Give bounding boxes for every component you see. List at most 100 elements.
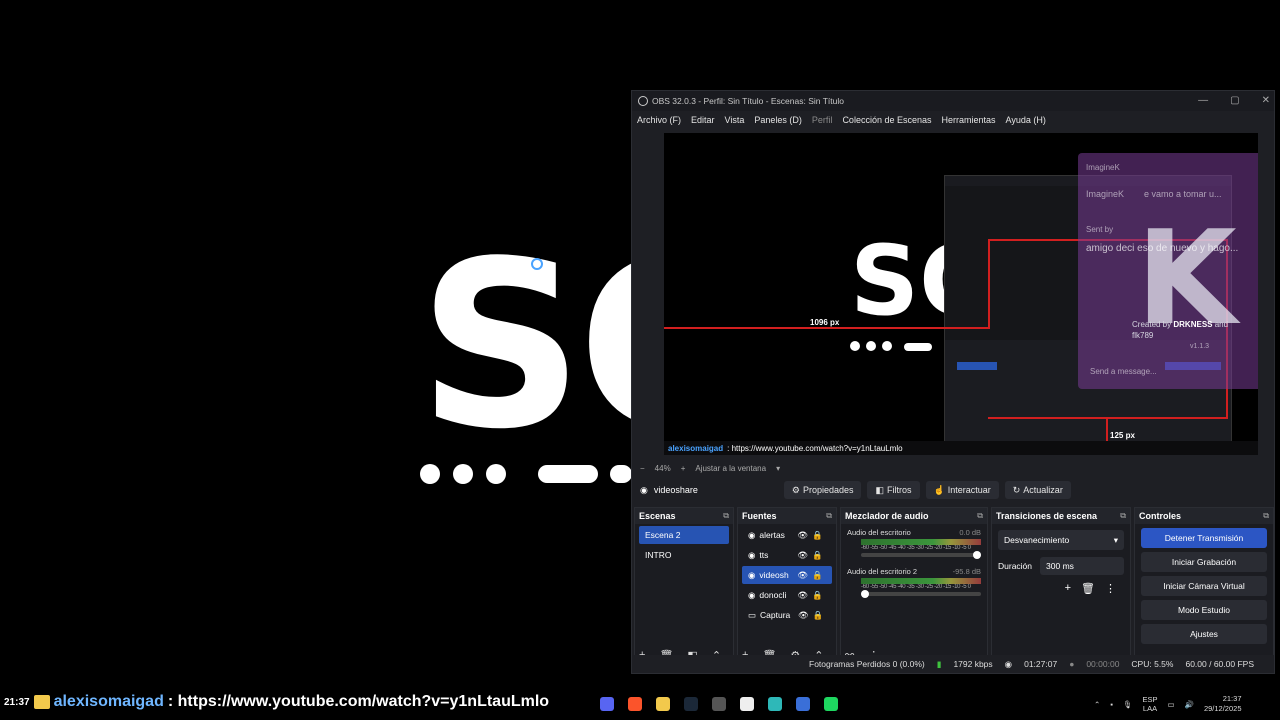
dock-undock-icon[interactable]: ⧉ (1263, 511, 1269, 521)
height-guide-label: 125 px (1110, 431, 1135, 440)
menu-ayuda[interactable]: Ayuda (H) (1006, 115, 1046, 125)
volume-slider[interactable] (861, 551, 981, 559)
edge-icon[interactable] (768, 697, 782, 711)
scene-item-intro[interactable]: INTRO (639, 546, 729, 564)
properties-button[interactable]: ⚙ Propiedades (783, 481, 862, 499)
dock-undock-icon[interactable]: ⧉ (826, 511, 832, 521)
eye-icon[interactable]: 👁 (798, 610, 809, 621)
transition-selected: Desvanecimiento (1004, 535, 1070, 545)
studio-mode-button[interactable]: Modo Estudio (1141, 600, 1267, 620)
clock[interactable]: 21:37 29/12/2025 (1204, 694, 1242, 714)
stop-stream-button[interactable]: Detener Transmisión (1141, 528, 1267, 548)
stream-icon: ◉ (1004, 658, 1013, 669)
lock-icon[interactable]: 🔒 (812, 550, 823, 561)
source-item[interactable]: ▭ Captura 👁 🔒 (742, 606, 832, 624)
overlay-version: v1.1.3 (1190, 343, 1210, 350)
monitor-icon[interactable]: ▭ (1168, 700, 1175, 709)
menu-paneles[interactable]: Paneles (D) (754, 115, 802, 125)
volume-slider[interactable] (861, 590, 981, 598)
source-item[interactable]: ◉ videosh 👁 🔒 (742, 566, 832, 584)
slider-knob[interactable] (861, 590, 869, 598)
preview-logo-dot (850, 341, 860, 351)
steam-icon[interactable] (684, 697, 698, 711)
mixer-title: Mezclador de audio (845, 511, 929, 521)
filter-icon: ◧ (875, 484, 884, 495)
slider-knob[interactable] (973, 551, 981, 559)
preview-chat-line: alexisomaigad : https://www.youtube.com/… (664, 441, 1258, 455)
dock-undock-icon[interactable]: ⧉ (1120, 511, 1126, 521)
duration-input[interactable]: 300 ms (1040, 557, 1124, 575)
chevron-down-icon[interactable]: ▾ (776, 464, 780, 473)
brave-icon[interactable] (628, 697, 642, 711)
transition-menu-button[interactable]: ⋮ (1105, 582, 1116, 595)
add-transition-button[interactable]: + (1065, 582, 1071, 595)
source-toolbar: ◉ videoshare ⚙ Propiedades ◧ Filtros ☝ Inte… (632, 479, 1274, 501)
menu-vista[interactable]: Vista (725, 115, 745, 125)
app-icon[interactable] (740, 697, 754, 711)
duration-row: Duración 300 ms (998, 556, 1124, 576)
lock-icon[interactable]: 🔒 (813, 610, 824, 621)
chevron-up-icon[interactable]: ⌃ (1094, 700, 1100, 709)
lock-icon[interactable]: 🔒 (812, 570, 823, 581)
preview-canvas[interactable]: SO 1096 px 125 px K ImagineK ImagineK e … (664, 133, 1258, 455)
zoom-percent: 44% (654, 463, 671, 473)
discord-icon[interactable] (600, 697, 614, 711)
maximize-button[interactable]: ▢ (1230, 95, 1239, 106)
author1: DRKNESS (1173, 320, 1213, 329)
zoom-in-button[interactable]: + (681, 464, 686, 473)
browser-source-icon: ◉ (748, 529, 756, 540)
overlay-line2: e vamo a tomar u... (1144, 189, 1222, 199)
start-recording-button[interactable]: Iniciar Grabación (1141, 552, 1267, 572)
speaker-icon[interactable]: 🔊 (1185, 700, 1194, 709)
stream-chat-line: 21:37 alexisomaigad : https://www.youtub… (4, 690, 549, 714)
filters-button[interactable]: ◧ Filtros (867, 481, 920, 499)
refresh-button[interactable]: ↻ Actualizar (1004, 481, 1071, 499)
remove-transition-button[interactable]: 🗑 (1081, 582, 1095, 595)
logo-dot (453, 464, 473, 484)
source-item[interactable]: ◉ donocli 👁 🔒 (742, 586, 832, 604)
track-db: -95.8 dB (952, 567, 981, 576)
record-time: 00:00:00 (1086, 659, 1120, 669)
kick-icon[interactable] (824, 697, 838, 711)
source-item[interactable]: ◉ alertas 👁 🔒 (742, 526, 832, 544)
dock-undock-icon[interactable]: ⧉ (977, 511, 983, 521)
eye-icon[interactable]: 👁 (797, 570, 808, 581)
logo-dash (610, 465, 632, 483)
lock-icon[interactable]: 🔒 (812, 590, 823, 601)
close-button[interactable]: ✕ (1262, 95, 1270, 106)
eye-icon[interactable]: 👁 (797, 550, 808, 561)
minimize-button[interactable]: — (1198, 95, 1208, 106)
language-indicator[interactable]: ESP LAA (1143, 695, 1158, 713)
zoom-out-button[interactable]: − (640, 464, 645, 473)
source-label: tts (759, 550, 769, 560)
eye-icon[interactable]: 👁 (797, 590, 808, 601)
start-virtual-camera-button[interactable]: Iniciar Cámara Virtual (1141, 576, 1267, 596)
folder-icon[interactable] (656, 697, 670, 711)
status-bar: Fotogramas Perdidos 0 (0.0%) ▮ 1792 kbps… (632, 655, 1274, 673)
created-by-label: Created by (1132, 320, 1172, 329)
source-item[interactable]: ◉ tts 👁 🔒 (742, 546, 832, 564)
interact-label: Interactuar (947, 485, 991, 495)
lang-bottom: LAA (1142, 704, 1158, 713)
controls-title: Controles (1139, 511, 1182, 521)
settings-button[interactable]: Ajustes (1141, 624, 1267, 644)
tray-app-icon[interactable]: ▪ (1110, 700, 1113, 709)
lock-icon[interactable]: 🔒 (812, 530, 823, 541)
menu-perfil[interactable]: Perfil (812, 115, 833, 125)
scene-item-escena-2[interactable]: Escena 2 (639, 526, 729, 544)
eye-icon[interactable]: 👁 (797, 530, 808, 541)
scenes-dock: Escenas⧉ Escena 2 INTRO + 🗑 ◧ ⌃ (634, 507, 734, 665)
menu-herramientas[interactable]: Herramientas (942, 115, 996, 125)
app-icon[interactable] (796, 697, 810, 711)
microphone-icon[interactable]: 🎙 (1123, 700, 1133, 709)
source-label: donocli (759, 590, 787, 600)
fit-window-button[interactable]: Ajustar a la ventana (695, 464, 766, 473)
interact-button[interactable]: ☝ Interactuar (925, 481, 999, 499)
menu-editar[interactable]: Editar (691, 115, 715, 125)
controls-dock: Controles ⧉ Detener Transmisión Iniciar G… (1134, 507, 1274, 665)
menu-archivo[interactable]: Archivo (F) (637, 115, 681, 125)
dock-undock-icon[interactable]: ⧉ (723, 511, 729, 521)
menu-coleccion[interactable]: Colección de Escenas (842, 115, 931, 125)
transition-select[interactable]: Desvanecimiento ▾ (998, 530, 1124, 550)
obs-taskbar-icon[interactable] (712, 697, 726, 711)
